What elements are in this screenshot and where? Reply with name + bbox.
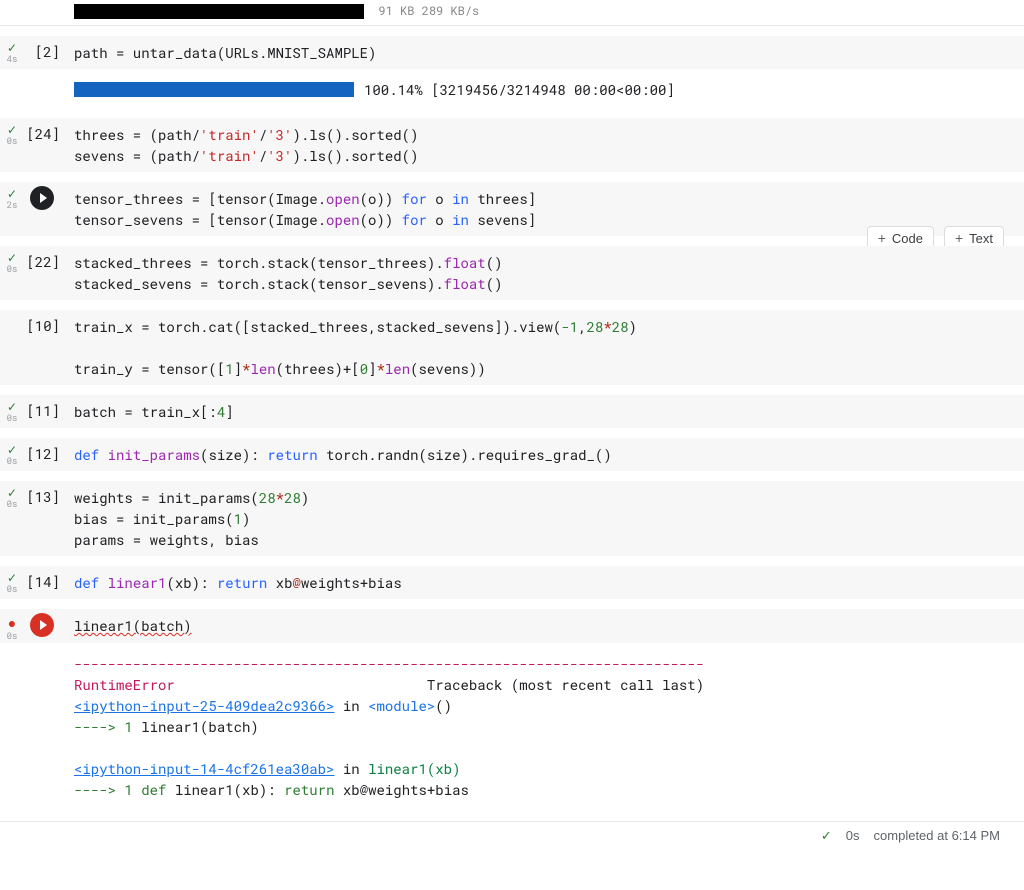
exec-time: 2s — [0, 200, 24, 211]
run-button[interactable] — [30, 613, 54, 637]
code-input[interactable]: threes = (path/'train'/'3').ls().sorted(… — [64, 118, 1024, 172]
error-output: ----------------------------------------… — [64, 647, 1024, 850]
prev-cell-output: 91 KB 289 KB/s — [64, 0, 1024, 25]
traceback-link[interactable]: <ipython-input-14-4cf261ea30ab> — [74, 759, 334, 778]
traceback-link[interactable]: <ipython-input-25-409dea2c9366> — [74, 696, 334, 715]
progress-bar-top — [74, 4, 364, 19]
exec-count: [2] — [24, 36, 64, 69]
notebook: 91 KB 289 KB/s ✓4s[2]path = untar_data(U… — [0, 0, 1024, 890]
divider — [0, 25, 1024, 26]
exec-count: [13] — [24, 481, 64, 556]
cell: ✓0s[13]weights = init_params(28*28) bias… — [0, 481, 1024, 556]
exec-time: 0s — [0, 264, 24, 275]
check-icon: ✓ — [821, 828, 832, 844]
error-icon: ● — [8, 613, 16, 632]
exec-time: 4s — [0, 54, 24, 65]
progress-label: 100.14% [3219456/3214948 00:00<00:00] — [364, 79, 675, 100]
exec-count: [11] — [24, 395, 64, 428]
run-button[interactable] — [30, 186, 54, 210]
exec-count: [22] — [24, 246, 64, 300]
exec-time: 0s — [0, 413, 24, 424]
plus-icon: + — [955, 230, 963, 246]
code-input[interactable]: train_x = torch.cat([stacked_threes,stac… — [64, 310, 1024, 385]
code-input[interactable]: def init_params(size): return torch.rand… — [64, 438, 1024, 471]
exec-time: 0s — [0, 631, 24, 642]
code-input[interactable]: stacked_threes = torch.stack(tensor_thre… — [64, 246, 1024, 300]
cell: ✓0s[11]batch = train_x[:4] — [0, 395, 1024, 428]
code-input[interactable]: path = untar_data(URLs.MNIST_SAMPLE) — [64, 36, 1024, 69]
progress-bar — [74, 82, 354, 97]
cell: ✓2stensor_threes = [tensor(Image.open(o)… — [0, 182, 1024, 236]
exec-time: 0s — [0, 456, 24, 467]
cell: ✓0s[22]stacked_threes = torch.stack(tens… — [0, 246, 1024, 300]
exec-count: [24] — [24, 118, 64, 172]
cell: ✓0s[14]def linear1(xb): return xb@weight… — [0, 566, 1024, 599]
footer-time: 0s — [846, 828, 860, 843]
cell-output: 100.14% [3219456/3214948 00:00<00:00] — [64, 73, 1024, 108]
exec-time: 0s — [0, 584, 24, 595]
cell: ●0s linear1(batch) — [0, 609, 1024, 643]
cell: ✓0s[12]def init_params(size): return tor… — [0, 438, 1024, 471]
cell: [10]train_x = torch.cat([stacked_threes,… — [0, 310, 1024, 385]
status-bar: ✓ 0s completed at 6:14 PM — [0, 821, 1024, 849]
code-input[interactable]: batch = train_x[:4] — [64, 395, 1024, 428]
exec-time: 0s — [0, 499, 24, 510]
cell: ✓0s[24]threes = (path/'train'/'3').ls().… — [0, 118, 1024, 172]
cell: ✓4s[2]path = untar_data(URLs.MNIST_SAMPL… — [0, 36, 1024, 69]
exec-time: 0s — [0, 136, 24, 147]
exec-count: [12] — [24, 438, 64, 471]
code-input[interactable]: def linear1(xb): return xb@weights+bias — [64, 566, 1024, 599]
code-input[interactable]: weights = init_params(28*28) bias = init… — [64, 481, 1024, 556]
exec-count: [14] — [24, 566, 64, 599]
exec-count: [10] — [24, 310, 64, 385]
footer-completed: completed at 6:14 PM — [874, 828, 1000, 843]
code-input[interactable]: linear1(batch) — [64, 609, 1024, 643]
progress-label-top: 91 KB 289 KB/s — [378, 3, 479, 19]
plus-icon: + — [878, 230, 886, 246]
